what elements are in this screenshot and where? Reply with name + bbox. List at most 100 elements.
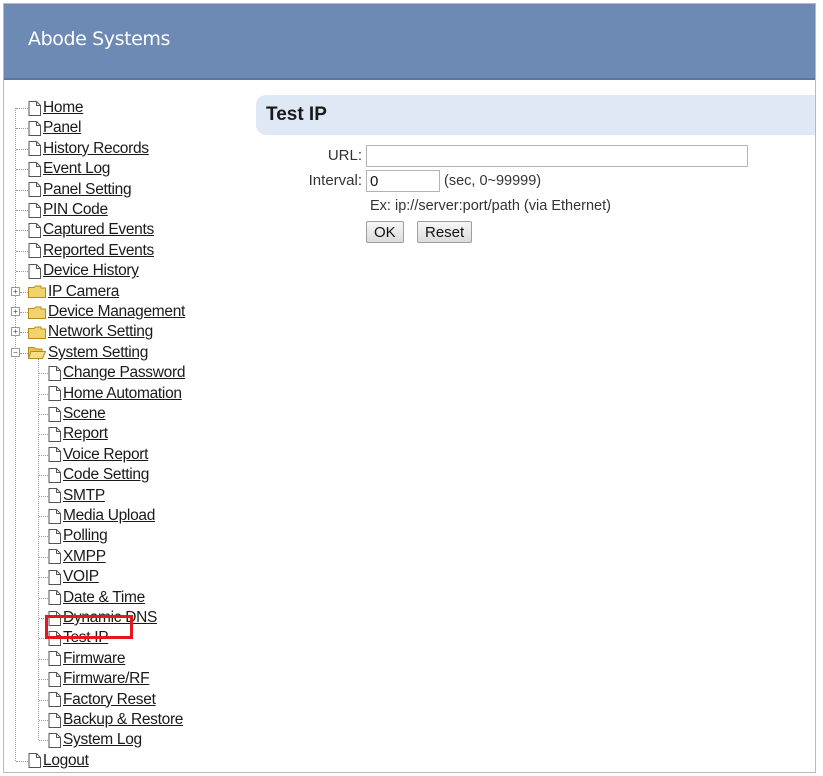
app-frame: Abode Systems Home Panel History Records Ev… [3, 3, 816, 773]
tree-item-captured-events[interactable]: Captured Events [28, 220, 154, 240]
tree-link-smtp[interactable]: SMTP [63, 487, 105, 505]
tree-item-logout[interactable]: Logout [28, 751, 89, 771]
tree-item-change-password[interactable]: Change Password [48, 363, 185, 383]
tree-item-device-history[interactable]: Device History [28, 261, 139, 281]
tree-link-date-and-time[interactable]: Date & Time [63, 589, 145, 607]
tree-link-event-log[interactable]: Event Log [43, 160, 110, 178]
tree-item-ip-camera[interactable]: IP Camera [28, 282, 119, 302]
tree-item-scene[interactable]: Scene [48, 404, 106, 424]
tree-link-panel[interactable]: Panel [43, 119, 81, 137]
ok-button[interactable]: OK [366, 221, 404, 243]
tree-item-panel[interactable]: Panel [28, 118, 81, 138]
tree-link-voice-report[interactable]: Voice Report [63, 446, 148, 464]
tree-link-pin-code[interactable]: PIN Code [43, 201, 108, 219]
tree-connector [39, 577, 48, 579]
document-icon [28, 161, 43, 177]
reset-button[interactable]: Reset [417, 221, 473, 243]
tree-item-home[interactable]: Home [28, 98, 83, 118]
expand-icon[interactable]: + [11, 307, 20, 316]
tree-item-system-setting[interactable]: System Setting [28, 343, 148, 363]
document-icon [48, 365, 63, 381]
tree-link-code-setting[interactable]: Code Setting [63, 466, 149, 484]
tree-link-device-history[interactable]: Device History [43, 262, 139, 280]
document-icon [48, 692, 63, 708]
document-icon [48, 406, 63, 422]
tree-item-media-upload[interactable]: Media Upload [48, 506, 155, 526]
tree-item-reported-events[interactable]: Reported Events [28, 241, 154, 261]
tree-item-smtp[interactable]: SMTP [48, 486, 105, 506]
tree-item-polling[interactable]: Polling [48, 526, 108, 546]
tree-link-polling[interactable]: Polling [63, 527, 108, 545]
document-icon [48, 528, 63, 544]
tree-item-backup-and-restore[interactable]: Backup & Restore [48, 710, 183, 730]
tree-item-firmware-rf[interactable]: Firmware/RF [48, 669, 150, 689]
tree-item-code-setting[interactable]: Code Setting [48, 465, 149, 485]
tree-link-device-management[interactable]: Device Management [48, 303, 185, 321]
tree-link-voip[interactable]: VOIP [63, 568, 99, 586]
document-icon [48, 386, 63, 402]
tree-link-panel-setting[interactable]: Panel Setting [43, 181, 132, 199]
tree-connector [39, 720, 48, 721]
tree-link-system-setting[interactable]: System Setting [48, 344, 148, 362]
tree-link-xmpp[interactable]: XMPP [63, 548, 106, 566]
tree-item-event-log[interactable]: Event Log [28, 159, 110, 179]
tree-item-history-records[interactable]: History Records [28, 139, 149, 159]
tree-link-firmware-rf[interactable]: Firmware/RF [63, 670, 150, 688]
tree-link-firmware[interactable]: Firmware [63, 650, 125, 668]
expand-icon[interactable]: + [11, 327, 20, 337]
document-icon [28, 141, 43, 157]
tree-link-system-log[interactable]: System Log [63, 731, 142, 749]
document-icon [28, 120, 43, 136]
tree-item-panel-setting[interactable]: Panel Setting [28, 180, 132, 200]
tree-item-voice-report[interactable]: Voice Report [48, 445, 148, 465]
tree-link-backup-and-restore[interactable]: Backup & Restore [63, 711, 183, 729]
tree-item-firmware[interactable]: Firmware [48, 649, 125, 669]
page-title: Test IP [266, 104, 327, 125]
tree-link-captured-events[interactable]: Captured Events [43, 221, 154, 239]
expand-icon[interactable]: + [11, 286, 20, 296]
tree-link-logout[interactable]: Logout [43, 752, 89, 770]
tree-item-date-and-time[interactable]: Date & Time [48, 588, 145, 608]
url-example-text: Ex: ip://server:port/path (via Ethernet) [370, 198, 611, 214]
tree-link-history-records[interactable]: History Records [43, 140, 149, 158]
tree-connector [39, 393, 48, 395]
document-icon [48, 549, 63, 565]
tree-link-reported-events[interactable]: Reported Events [43, 242, 154, 260]
tree-item-device-management[interactable]: Device Management [28, 302, 185, 322]
document-icon [48, 467, 63, 483]
interval-hint: (sec, 0~99999) [444, 173, 542, 189]
tree-connector [16, 128, 28, 130]
document-icon [28, 753, 43, 769]
tree-item-network-setting[interactable]: Network Setting [28, 322, 153, 342]
tree-link-network-setting[interactable]: Network Setting [48, 323, 153, 341]
tree-link-home-automation[interactable]: Home Automation [63, 385, 182, 403]
folder-icon [28, 306, 48, 319]
interval-input[interactable] [366, 170, 440, 192]
tree-item-system-log[interactable]: System Log [48, 730, 142, 750]
tree-link-change-password[interactable]: Change Password [63, 364, 185, 382]
tree-connector [39, 597, 48, 599]
url-label: URL: [327, 147, 362, 164]
tree-link-report[interactable]: Report [63, 425, 108, 443]
document-icon [28, 100, 43, 116]
tree-connector [39, 516, 48, 517]
document-icon [28, 182, 43, 198]
tree-item-pin-code[interactable]: PIN Code [28, 200, 108, 220]
tree-link-factory-reset[interactable]: Factory Reset [63, 691, 156, 709]
tree-link-ip-camera[interactable]: IP Camera [48, 283, 119, 301]
tree-link-home[interactable]: Home [43, 99, 83, 117]
tree-item-voip[interactable]: VOIP [48, 567, 99, 587]
collapse-icon[interactable]: − [11, 347, 20, 357]
url-input[interactable] [366, 145, 748, 167]
tree-connector [16, 210, 28, 211]
header-bar: Abode Systems [4, 4, 815, 80]
tree-item-xmpp[interactable]: XMPP [48, 547, 106, 567]
document-icon [48, 447, 63, 463]
tree-item-home-automation[interactable]: Home Automation [48, 384, 182, 404]
tree-link-media-upload[interactable]: Media Upload [63, 507, 155, 525]
tree-connector [16, 760, 28, 762]
tree-item-report[interactable]: Report [48, 424, 108, 444]
tree-link-scene[interactable]: Scene [63, 405, 106, 423]
tree-item-factory-reset[interactable]: Factory Reset [48, 690, 156, 710]
document-icon [48, 569, 63, 585]
